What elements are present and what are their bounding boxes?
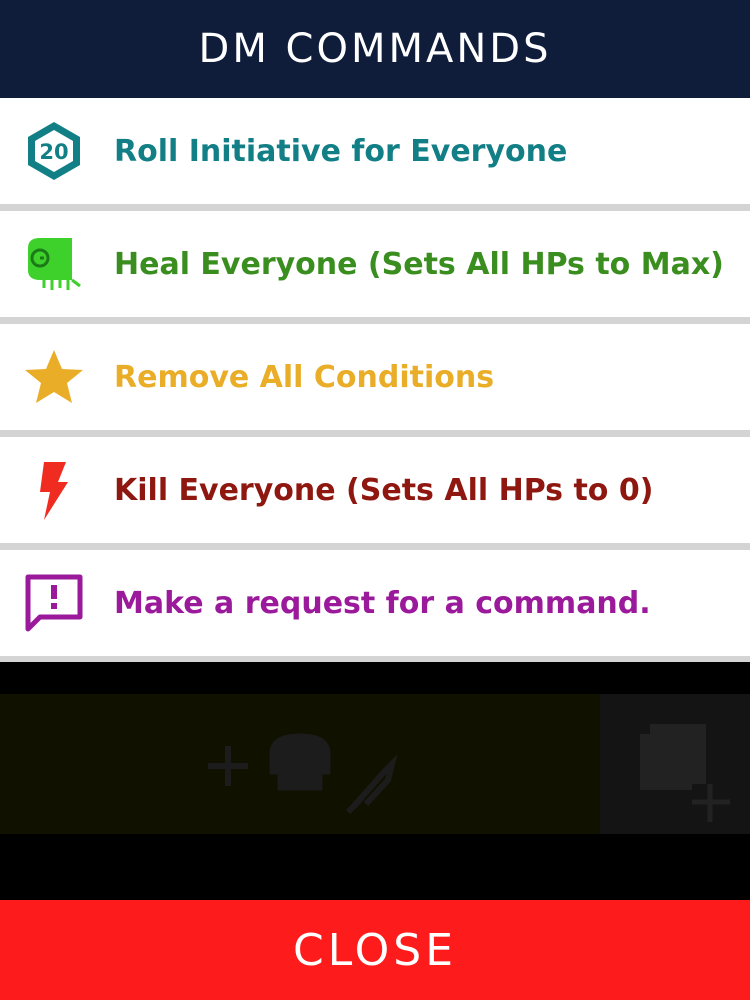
close-button[interactable]: CLOSE: [0, 900, 750, 1000]
page-title-text: DM COMMANDS: [198, 26, 552, 72]
remove-conditions-button[interactable]: Remove All Conditions: [0, 324, 750, 437]
command-list: 20 Roll Initiative for Everyone Heal Eve…: [0, 98, 750, 663]
lightning-icon: [22, 458, 86, 522]
dimmed-toolbar: [0, 694, 600, 834]
roll-initiative-button[interactable]: 20 Roll Initiative for Everyone: [0, 98, 750, 211]
heal-everyone-button[interactable]: Heal Everyone (Sets All HPs to Max): [0, 211, 750, 324]
sword-icon: [345, 754, 398, 815]
add-icon: [208, 746, 248, 786]
skull-icon: [269, 733, 331, 791]
dimmed-toolbar-icons: [208, 733, 398, 815]
scroll-icon: [22, 232, 86, 296]
dimmed-background: [0, 662, 750, 900]
page-title: DM COMMANDS: [0, 0, 750, 98]
request-command-button[interactable]: Make a request for a command.: [0, 550, 750, 663]
heal-everyone-label: Heal Everyone (Sets All HPs to Max): [114, 246, 724, 282]
feedback-icon: [22, 571, 86, 635]
roll-initiative-label: Roll Initiative for Everyone: [114, 133, 568, 169]
remove-conditions-label: Remove All Conditions: [114, 359, 495, 395]
star-icon: [22, 345, 86, 409]
close-label: CLOSE: [292, 924, 458, 976]
dimmed-log: [600, 694, 750, 834]
d20-icon: 20: [22, 119, 86, 183]
kill-everyone-button[interactable]: Kill Everyone (Sets All HPs to 0): [0, 437, 750, 550]
request-command-label: Make a request for a command.: [114, 585, 651, 621]
d20-number: 20: [39, 140, 68, 164]
kill-everyone-label: Kill Everyone (Sets All HPs to 0): [114, 472, 654, 508]
log-add-icon: [640, 724, 730, 822]
